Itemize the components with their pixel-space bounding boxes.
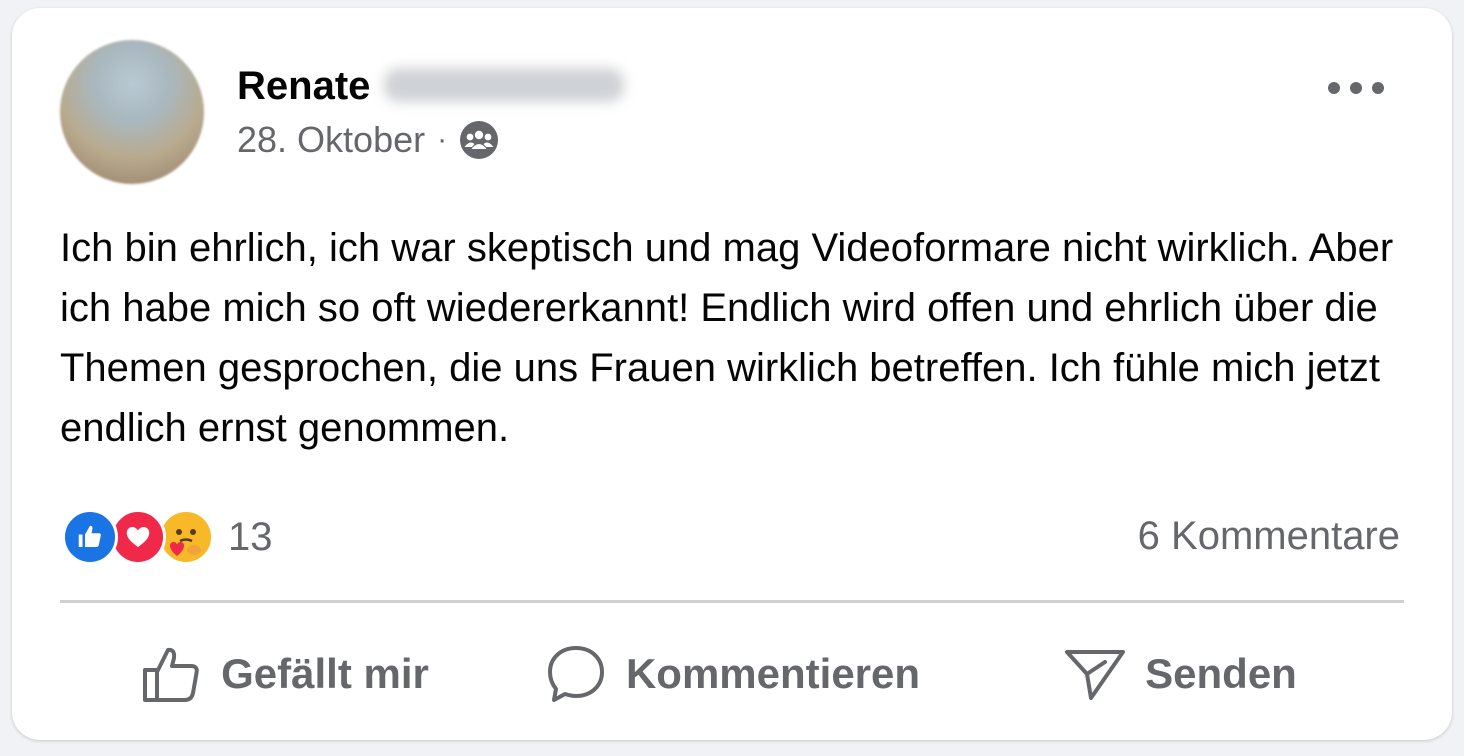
thumbs-up-icon: [143, 647, 199, 702]
send-icon: [1065, 650, 1126, 700]
author-name[interactable]: Renate: [237, 64, 625, 109]
like-reaction-icon: [62, 509, 118, 565]
comment-button-label: Kommentieren: [625, 650, 921, 697]
send-button-label: Senden: [1145, 650, 1297, 697]
post-actions-bar: Gefällt mir Kommentieren Senden: [60, 618, 1404, 730]
more-dot: [1372, 82, 1384, 94]
reaction-count: 13: [228, 514, 273, 559]
love-reaction-icon: [110, 509, 166, 565]
reactions-summary[interactable]: 13: [62, 508, 273, 566]
author-first-name[interactable]: Renate: [237, 64, 370, 108]
group-icon[interactable]: [459, 120, 499, 160]
post-card: Renate 28. Oktober · Ich bin ehrlich, ic…: [12, 8, 1452, 740]
care-reaction-icon: [158, 509, 214, 565]
like-button[interactable]: Gefällt mir: [60, 618, 508, 730]
meta-separator: ·: [437, 123, 448, 156]
comments-count-link[interactable]: 6 Kommentare: [1138, 514, 1400, 559]
post-text: Ich bin ehrlich, ich war skeptisch und m…: [60, 226, 1394, 450]
actions-divider: [60, 600, 1404, 603]
send-button[interactable]: Senden: [956, 618, 1404, 730]
comment-bubble-icon: [547, 646, 604, 702]
more-dot: [1350, 82, 1362, 94]
post-meta: 28. Oktober ·: [237, 119, 499, 161]
post-date[interactable]: 28. Oktober: [237, 119, 425, 161]
more-dot: [1328, 82, 1340, 94]
author-last-name-blurred: [384, 68, 625, 103]
like-button-label: Gefällt mir: [221, 650, 429, 697]
more-options-icon[interactable]: [1328, 78, 1384, 98]
comment-button[interactable]: Kommentieren: [508, 618, 956, 730]
author-avatar[interactable]: [60, 40, 204, 184]
